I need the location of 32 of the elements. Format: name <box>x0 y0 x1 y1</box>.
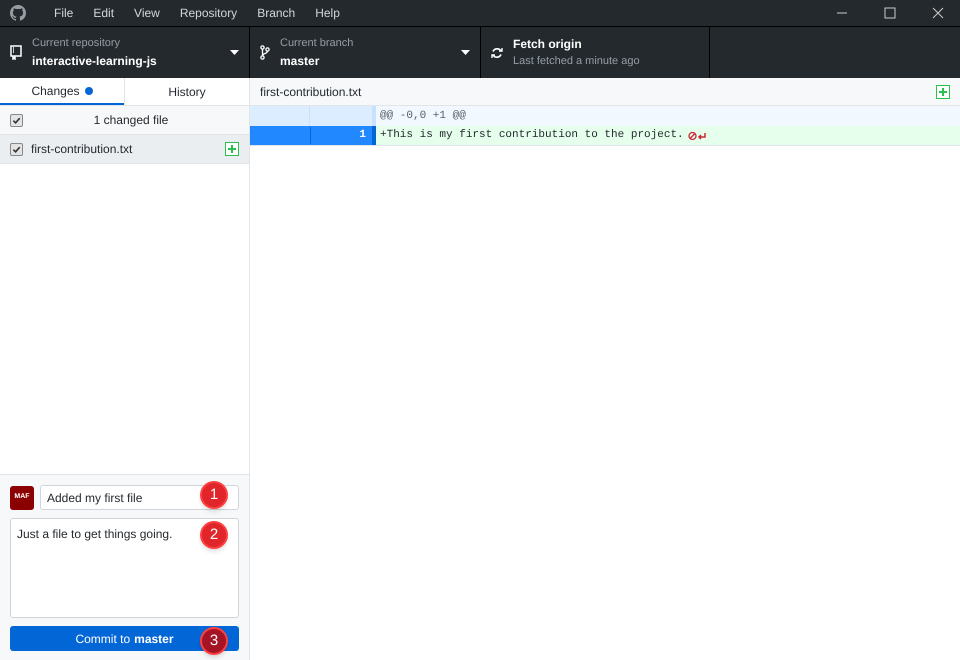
checkbox[interactable] <box>10 142 23 156</box>
menu-item[interactable]: Edit <box>83 4 124 22</box>
hunk-header: @@ -0,0 +1 @@ <box>379 108 467 124</box>
sync-icon <box>491 46 503 58</box>
file-row[interactable]: first-contribution.txt <box>0 135 249 164</box>
menu-item[interactable]: View <box>124 4 170 22</box>
maximize-icon[interactable] <box>884 7 896 19</box>
github-logo-icon[interactable] <box>10 5 26 21</box>
caret-icon <box>230 50 239 55</box>
branch-icon <box>260 45 270 60</box>
fetch-status: Last fetched a minute ago <box>513 54 640 70</box>
selector-label: Current repository <box>32 36 122 52</box>
file-name: first-contribution.txt <box>31 141 134 158</box>
caret-icon <box>461 50 470 55</box>
tab[interactable]: History <box>124 78 249 105</box>
diff-file-name: first-contribution.txt <box>260 84 362 100</box>
changed-files-count: 1 changed file <box>92 112 170 129</box>
added-file-icon <box>936 84 950 98</box>
close-icon[interactable] <box>932 7 944 19</box>
repository-icon <box>10 45 22 60</box>
added-file-icon <box>225 142 239 156</box>
fetch-title: Fetch origin <box>513 36 583 54</box>
selector-value: interactive-learning-js <box>32 52 158 70</box>
menu-item[interactable]: Branch <box>247 4 306 22</box>
selector-value: master <box>280 52 320 70</box>
menu-item[interactable]: Help <box>305 4 350 22</box>
no-newline-icon <box>688 130 708 140</box>
menu-item[interactable]: File <box>44 4 84 22</box>
diff-line-text: +This is my first contribution to the project. <box>379 128 685 144</box>
selector-label: Current branch <box>280 36 354 52</box>
checkbox[interactable] <box>10 114 23 126</box>
menu-item[interactable]: Repository <box>170 4 248 22</box>
